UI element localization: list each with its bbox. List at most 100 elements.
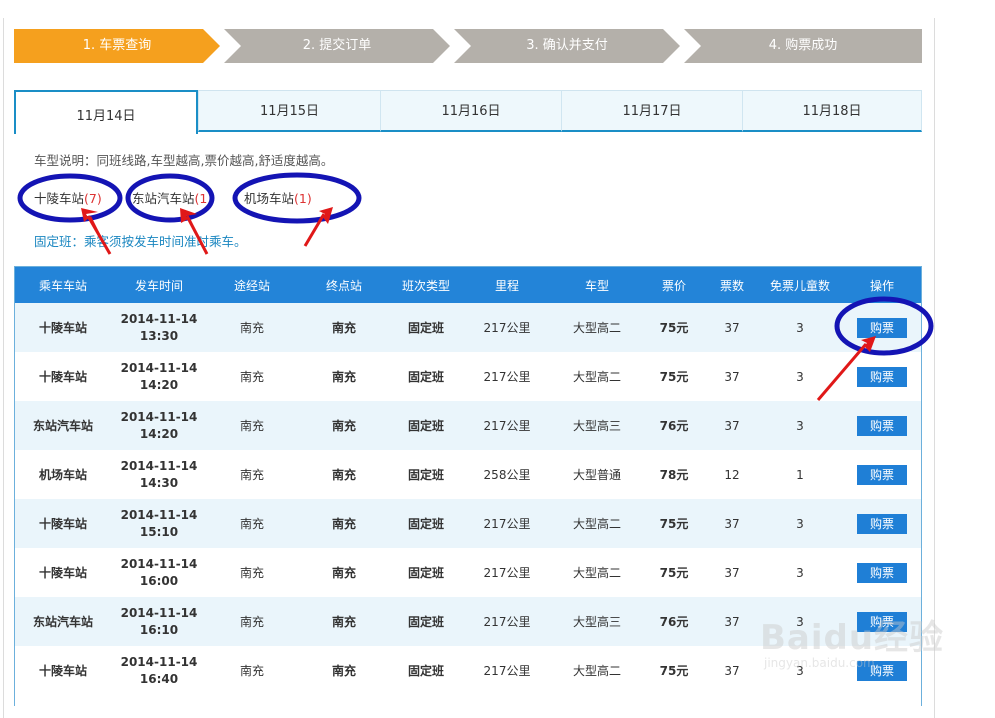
cell-via: 南充 [239,321,264,335]
cell-via: 南充 [239,615,264,629]
cell-distance: 217公里 [483,664,531,678]
buy-ticket-button[interactable]: 购票 [857,464,907,485]
departure-time: 14:20 [139,426,179,441]
station-filter-airport[interactable]: 机场车站(1) [244,188,312,207]
departure-date: 2014-11-14 [120,605,198,620]
tab-date-5[interactable]: 11月18日 [742,90,922,132]
cell-destination: 南充 [331,419,356,433]
table-row: 十陵车站 2014-11-14 14:20 南充 南充 固定班 217公里 大型高二 75元 37… [15,352,921,401]
departure-date: 2014-11-14 [120,458,198,473]
cell-departure-time: 2014-11-14 15:10 [112,499,206,548]
departure-date: 2014-11-14 [120,556,198,571]
cell-via: 南充 [239,517,264,531]
col-header-model: 车型 [584,278,609,293]
cell-tickets: 37 [724,369,740,384]
cell-model: 大型高二 [572,370,621,384]
cell-model: 大型高二 [572,321,621,335]
baidu-watermark: Baidu经验 jingyan.baidu.com [760,600,960,690]
cell-distance: 217公里 [483,615,531,629]
cell-action: 购票 [842,548,921,597]
cell-distance: 217公里 [483,419,531,433]
cell-type: 固定班 [407,615,444,629]
col-header-via: 途经站 [233,278,270,293]
cell-type: 固定班 [407,419,444,433]
cell-type: 固定班 [407,468,444,482]
cell-model: 大型高二 [572,566,621,580]
tab-date-3[interactable]: 11月16日 [380,90,561,132]
col-header-type: 班次类型 [401,278,450,293]
departure-date: 2014-11-14 [120,654,198,669]
watermark-brand: Baidu经验 [760,618,945,658]
cell-tickets: 37 [724,516,740,531]
table-row: 十陵车站 2014-11-14 15:10 南充 南充 固定班 217公里 大型高二 75元 37… [15,499,921,548]
cell-tickets: 37 [724,663,740,678]
buy-ticket-button[interactable]: 购票 [857,317,907,338]
cell-free-children: 3 [796,369,804,384]
cell-via: 南充 [239,566,264,580]
cell-station: 十陵车站 [38,321,87,335]
station-filter-shiling[interactable]: 十陵车站(7) [34,188,102,207]
step-confirm-pay: 3. 确认并支付 [454,29,680,63]
departure-date: 2014-11-14 [120,360,198,375]
cell-model: 大型高二 [572,517,621,531]
cell-destination: 南充 [331,615,356,629]
cell-destination: 南充 [331,517,356,531]
cell-destination: 南充 [331,566,356,580]
col-header-action: 操作 [869,278,894,293]
step-submit-order: 2. 提交订单 [224,29,450,63]
table-row: 东站汽车站 2014-11-14 14:20 南充 南充 固定班 217公里 大型高三 76元 3… [15,401,921,450]
cell-station: 十陵车站 [38,517,87,531]
cell-type: 固定班 [407,321,444,335]
cell-departure-time: 2014-11-14 14:20 [112,401,206,450]
cell-destination: 南充 [331,321,356,335]
cell-tickets: 37 [724,565,740,580]
cell-station: 十陵车站 [38,370,87,384]
cell-price: 76元 [659,615,689,629]
cell-tickets: 37 [724,614,740,629]
cell-via: 南充 [239,664,264,678]
buy-ticket-button[interactable]: 购票 [857,513,907,534]
departure-time: 13:30 [139,328,179,343]
cell-destination: 南充 [331,370,356,384]
cell-price: 75元 [659,664,689,678]
cell-distance: 217公里 [483,517,531,531]
col-header-destination: 终点站 [325,278,362,293]
buy-ticket-button[interactable]: 购票 [857,562,907,583]
cell-price: 75元 [659,321,689,335]
cell-via: 南充 [239,419,264,433]
cell-price: 75元 [659,566,689,580]
cell-tickets: 37 [724,418,740,433]
table-row: 十陵车站 2014-11-14 16:00 南充 南充 固定班 217公里 大型高二 75元 37… [15,548,921,597]
col-header-departure: 发车时间 [134,278,183,293]
cell-tickets: 12 [724,467,740,482]
cell-distance: 217公里 [483,566,531,580]
cell-action: 购票 [842,352,921,401]
col-header-free-children: 免票儿童数 [769,278,830,293]
cell-destination: 南充 [331,664,356,678]
cell-via: 南充 [239,468,264,482]
cell-model: 大型高三 [572,615,621,629]
cell-model: 大型高三 [572,419,621,433]
col-header-distance: 里程 [494,278,519,293]
cell-station: 机场车站 [38,468,87,482]
cell-free-children: 1 [796,467,804,482]
cell-departure-time: 2014-11-14 16:00 [112,548,206,597]
cell-free-children: 3 [796,565,804,580]
tab-date-1[interactable]: 11月14日 [14,90,198,134]
departure-date: 2014-11-14 [120,409,198,424]
departure-time: 14:30 [139,475,179,490]
cell-action: 购票 [842,499,921,548]
watermark-url: jingyan.baidu.com [764,656,875,670]
departure-time: 14:20 [139,377,179,392]
tab-date-4[interactable]: 11月17日 [561,90,742,132]
progress-steps: 1. 车票查询 2. 提交订单 3. 确认并支付 4. 购票成功 [14,29,922,63]
departure-time: 15:10 [139,524,179,539]
tab-date-2[interactable]: 11月15日 [198,90,380,132]
cell-model: 大型普通 [572,468,621,482]
buy-ticket-button[interactable]: 购票 [857,366,907,387]
cell-price: 75元 [659,517,689,531]
cell-type: 固定班 [407,517,444,531]
col-header-tickets: 票数 [719,278,744,293]
buy-ticket-button[interactable]: 购票 [857,415,907,436]
station-filter-dongzhan[interactable]: 东站汽车站(1) [132,188,212,207]
